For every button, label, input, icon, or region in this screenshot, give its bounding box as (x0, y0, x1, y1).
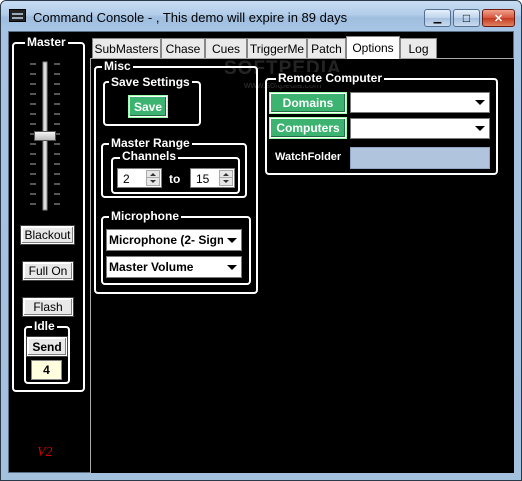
dropdown-arrow[interactable] (472, 94, 488, 111)
down-arrow-icon (150, 180, 156, 183)
up-arrow-icon (223, 173, 229, 176)
minimize-icon: ▁ (433, 12, 442, 24)
full-on-button[interactable]: Full On (23, 262, 73, 280)
watchfolder-label: WatchFolder (275, 151, 342, 163)
app-icon (9, 9, 26, 22)
watchfolder-input[interactable] (350, 147, 490, 169)
chevron-down-icon (227, 237, 237, 243)
fader-thumb[interactable] (34, 131, 56, 141)
dropdown-arrow[interactable] (224, 231, 240, 249)
flash-button[interactable]: Flash (23, 298, 73, 316)
blackout-button[interactable]: Blackout (21, 226, 74, 244)
tab-chase[interactable]: Chase (161, 38, 205, 58)
master-label: Master (25, 35, 68, 49)
microphone-mode-value: Master Volume (109, 260, 194, 274)
domains-select[interactable] (350, 92, 490, 113)
save-button[interactable]: Save (129, 96, 167, 117)
microphone-device-select[interactable]: Microphone (2- Sigm (106, 229, 242, 251)
channel-to-value[interactable]: 15 (196, 172, 209, 186)
chevron-down-icon (227, 264, 237, 270)
computers-button[interactable]: Computers (270, 118, 346, 138)
tab-cues[interactable]: Cues (205, 38, 247, 58)
spinner-buttons (146, 170, 160, 186)
dropdown-arrow[interactable] (224, 258, 240, 276)
maximize-icon: □ (462, 11, 471, 25)
domains-button[interactable]: Domains (270, 93, 346, 113)
to-label: to (169, 172, 181, 186)
master-fader[interactable] (28, 60, 62, 212)
window-title: Command Console - , This demo will expir… (33, 10, 348, 25)
tab-triggerme[interactable]: TriggerMe (247, 38, 307, 58)
dropdown-arrow[interactable] (472, 120, 488, 137)
close-icon: ✕ (493, 12, 504, 25)
channel-to-spinner[interactable]: 15 (190, 168, 235, 188)
spin-down-button[interactable] (146, 177, 160, 186)
idle-value[interactable]: 4 (31, 360, 62, 380)
chevron-down-icon (475, 126, 485, 131)
microphone-device-value: Microphone (2- Sigm (109, 233, 223, 247)
tab-patch[interactable]: Patch (307, 38, 346, 58)
microphone-label: Microphone (109, 209, 181, 223)
idle-label: Idle (32, 319, 57, 333)
microphone-mode-select[interactable]: Master Volume (106, 256, 242, 278)
computers-select[interactable] (350, 118, 490, 139)
send-button[interactable]: Send (27, 337, 67, 356)
tab-submasters[interactable]: SubMasters (92, 38, 161, 58)
save-settings-label: Save Settings (109, 75, 192, 89)
channel-from-value[interactable]: 2 (123, 172, 130, 186)
remote-computer-label: Remote Computer (276, 71, 385, 85)
spin-down-button[interactable] (219, 177, 233, 186)
maximize-button[interactable]: □ (453, 9, 480, 27)
minimize-button[interactable]: ▁ (424, 9, 451, 27)
tab-log[interactable]: Log (400, 38, 437, 58)
channel-from-spinner[interactable]: 2 (117, 168, 162, 188)
version-label: V2 (37, 445, 53, 460)
down-arrow-icon (223, 180, 229, 183)
tab-options[interactable]: Options (346, 36, 400, 59)
title-bar[interactable]: Command Console - , This demo will expir… (1, 1, 521, 31)
channels-label: Channels (120, 149, 179, 163)
up-arrow-icon (150, 173, 156, 176)
spinner-buttons (219, 170, 233, 186)
misc-label: Misc (102, 59, 133, 73)
close-button[interactable]: ✕ (482, 9, 515, 27)
chevron-down-icon (475, 100, 485, 105)
